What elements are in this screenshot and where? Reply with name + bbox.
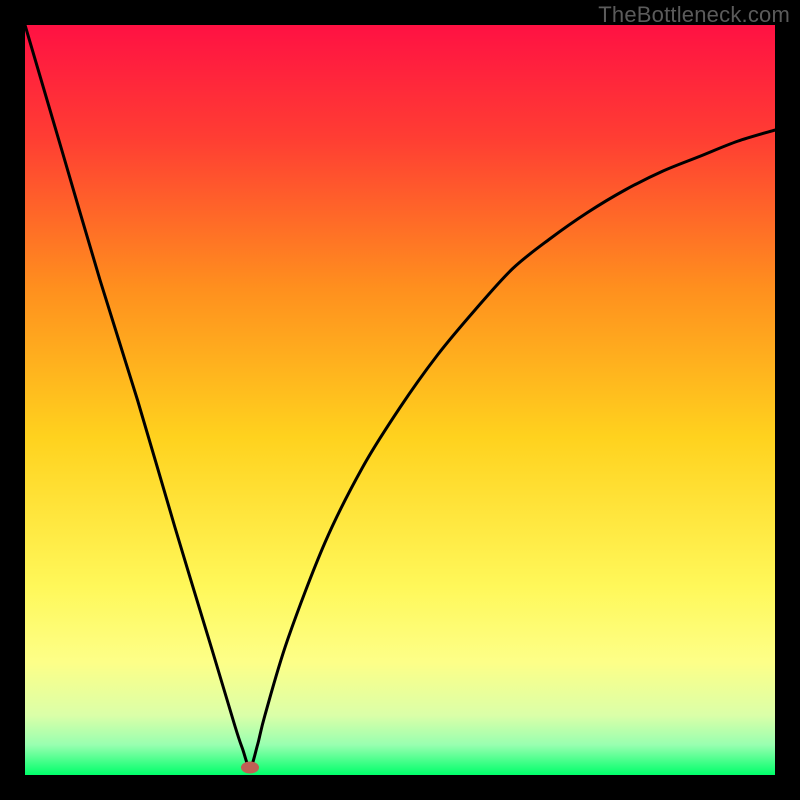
- plot-area: [25, 25, 775, 775]
- chart-frame: TheBottleneck.com: [0, 0, 800, 800]
- watermark-text: TheBottleneck.com: [598, 2, 790, 28]
- marker-dot: [241, 762, 259, 774]
- chart-svg: [25, 25, 775, 775]
